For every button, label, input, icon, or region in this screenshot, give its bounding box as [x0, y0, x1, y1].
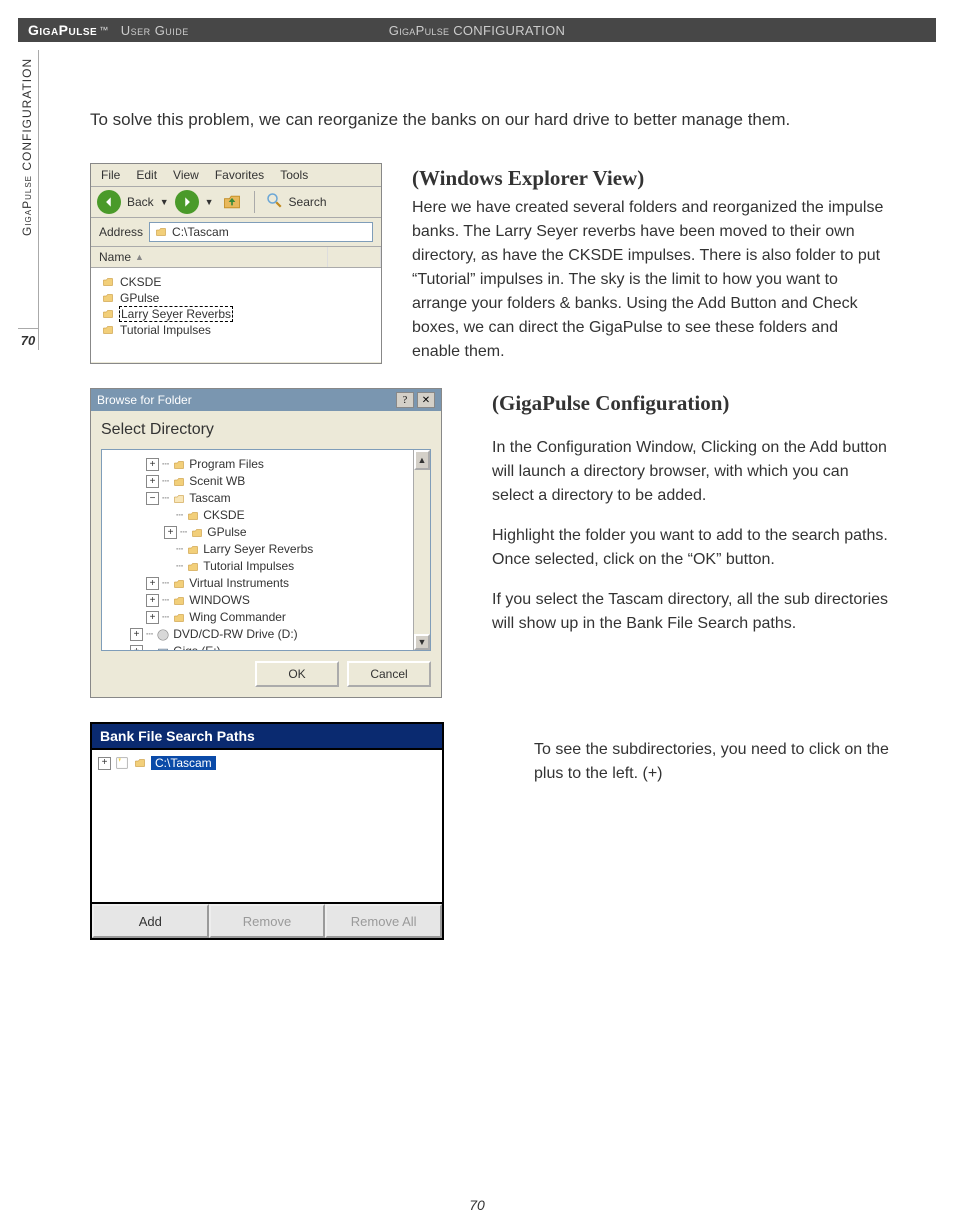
scroll-down-icon[interactable]: ▼ — [414, 634, 430, 650]
list-item-label: Larry Seyer Reverbs — [120, 307, 232, 321]
column-spacer — [328, 247, 381, 267]
section-explorer-text: Here we have created several folders and… — [412, 196, 890, 364]
expand-icon[interactable]: + — [164, 526, 177, 539]
trademark-symbol: ™ — [99, 25, 109, 35]
explorer-window: File Edit View Favorites Tools Back ▼ ▼ — [90, 163, 382, 365]
side-chapter-label: GigaPulse CONFIGURATION — [18, 50, 36, 326]
tree-item-label: Virtual Instruments — [189, 575, 289, 592]
list-item[interactable]: Tutorial Impulses — [101, 322, 371, 338]
ok-button[interactable]: OK — [255, 661, 339, 687]
expand-icon[interactable]: + — [130, 628, 143, 641]
tree-item-label: Wing Commander — [189, 609, 286, 626]
scroll-up-icon[interactable]: ▲ — [414, 450, 430, 470]
tree-item-label: Scenit WB — [189, 473, 245, 490]
bank-path-item[interactable]: + C:\Tascam — [98, 756, 436, 770]
forward-icon[interactable] — [175, 190, 199, 214]
bank-paths-list[interactable]: + C:\Tascam — [92, 750, 442, 904]
expand-icon[interactable]: + — [146, 611, 159, 624]
bank-path-label: C:\Tascam — [151, 756, 216, 770]
tree-item-label: Program Files — [189, 456, 264, 473]
explorer-file-list: CKSDE GPulse Larry Seyer Reverbs Tutoria… — [91, 268, 381, 362]
tree-item-label: Tutorial Impulses — [203, 558, 294, 575]
tree-scrollbar[interactable]: ▲ ▼ — [413, 450, 430, 650]
expand-icon[interactable]: + — [130, 645, 143, 651]
bank-paths-panel: Bank File Search Paths + C:\Tascam Add R… — [90, 722, 444, 940]
up-folder-icon[interactable] — [220, 190, 244, 214]
browse-folder-dialog: Browse for Folder ? ✕ Select Directory +… — [90, 388, 442, 698]
explorer-list-header: Name ▲ — [91, 247, 381, 268]
folder-tree[interactable]: +┄Program Files +┄Scenit WB −┄Tascam ┄CK… — [101, 449, 431, 651]
forward-dropdown-icon[interactable]: ▼ — [205, 197, 214, 207]
explorer-toolbar: Back ▼ ▼ Search — [91, 187, 381, 218]
menu-tools[interactable]: Tools — [280, 168, 308, 182]
expand-icon[interactable]: + — [146, 475, 159, 488]
section-config-p2: Highlight the folder you want to add to … — [492, 524, 890, 572]
section-heading-explorer: (Windows Explorer View) — [412, 163, 890, 195]
back-label[interactable]: Back — [127, 195, 154, 209]
toolbar-divider — [254, 191, 255, 213]
menu-favorites[interactable]: Favorites — [215, 168, 264, 182]
column-name[interactable]: Name ▲ — [91, 247, 328, 267]
list-item-label: Tutorial Impulses — [120, 323, 211, 337]
section-bank-text: To see the subdirectories, you need to c… — [534, 738, 890, 786]
tree-item-label: CKSDE — [203, 507, 244, 524]
expand-icon[interactable]: + — [146, 594, 159, 607]
tree-item-label: DVD/CD-RW Drive (D:) — [173, 626, 297, 643]
remove-button[interactable]: Remove — [209, 904, 326, 938]
address-value: C:\Tascam — [172, 225, 229, 239]
collapse-icon[interactable]: − — [146, 492, 159, 505]
tree-item-label: Gigs (E:) — [173, 643, 220, 651]
doc-title: User Guide — [121, 23, 189, 38]
menu-edit[interactable]: Edit — [136, 168, 157, 182]
side-page-number: 70 — [18, 328, 38, 348]
folder-icon — [133, 757, 147, 769]
document-header: GigaPulse ™ User Guide GigaPulse CONFIGU… — [18, 18, 936, 42]
list-item[interactable]: GPulse — [101, 290, 371, 306]
intro-paragraph: To solve this problem, we can reorganize… — [90, 108, 890, 133]
menu-file[interactable]: File — [101, 168, 120, 182]
tree-item-label: Larry Seyer Reverbs — [203, 541, 313, 558]
tree-item-label: Tascam — [189, 490, 230, 507]
add-button[interactable]: Add — [92, 904, 209, 938]
tree-item-label: WINDOWS — [189, 592, 250, 609]
list-item-label: GPulse — [120, 291, 159, 305]
bank-paths-title: Bank File Search Paths — [92, 724, 442, 750]
explorer-menubar: File Edit View Favorites Tools — [91, 164, 381, 187]
dialog-title: Browse for Folder — [97, 393, 192, 407]
back-icon[interactable] — [97, 190, 121, 214]
dialog-titlebar: Browse for Folder ? ✕ — [91, 389, 441, 411]
section-config-p3: If you select the Tascam directory, all … — [492, 588, 890, 636]
footer-page-number: 70 — [469, 1197, 485, 1213]
search-icon[interactable] — [265, 191, 283, 212]
expand-icon[interactable]: + — [98, 757, 111, 770]
address-label: Address — [99, 225, 143, 239]
address-input[interactable]: C:\Tascam — [149, 222, 373, 242]
side-tab: GigaPulse CONFIGURATION 70 — [18, 50, 39, 350]
tree-item-label: GPulse — [207, 524, 246, 541]
remove-all-button[interactable]: Remove All — [325, 904, 442, 938]
sort-asc-icon: ▲ — [135, 252, 144, 262]
menu-view[interactable]: View — [173, 168, 199, 182]
chapter-name: GigaPulse CONFIGURATION — [389, 23, 565, 38]
expand-icon[interactable]: + — [146, 577, 159, 590]
back-dropdown-icon[interactable]: ▼ — [160, 197, 169, 207]
section-heading-config: (GigaPulse Configuration) — [492, 388, 890, 420]
product-name: GigaPulse — [18, 22, 97, 38]
dialog-instruction: Select Directory — [101, 421, 431, 439]
column-name-label: Name — [99, 250, 131, 264]
section-config-p1: In the Configuration Window, Clicking on… — [492, 436, 890, 508]
list-item[interactable]: CKSDE — [101, 274, 371, 290]
cancel-button[interactable]: Cancel — [347, 661, 431, 687]
close-icon[interactable]: ✕ — [417, 392, 435, 408]
list-item-label: CKSDE — [120, 275, 161, 289]
toolbar-search-label[interactable]: Search — [289, 195, 327, 209]
list-item[interactable]: Larry Seyer Reverbs — [101, 306, 371, 322]
expand-icon[interactable]: + — [146, 458, 159, 471]
help-icon[interactable]: ? — [396, 392, 414, 408]
new-item-icon — [115, 756, 129, 770]
